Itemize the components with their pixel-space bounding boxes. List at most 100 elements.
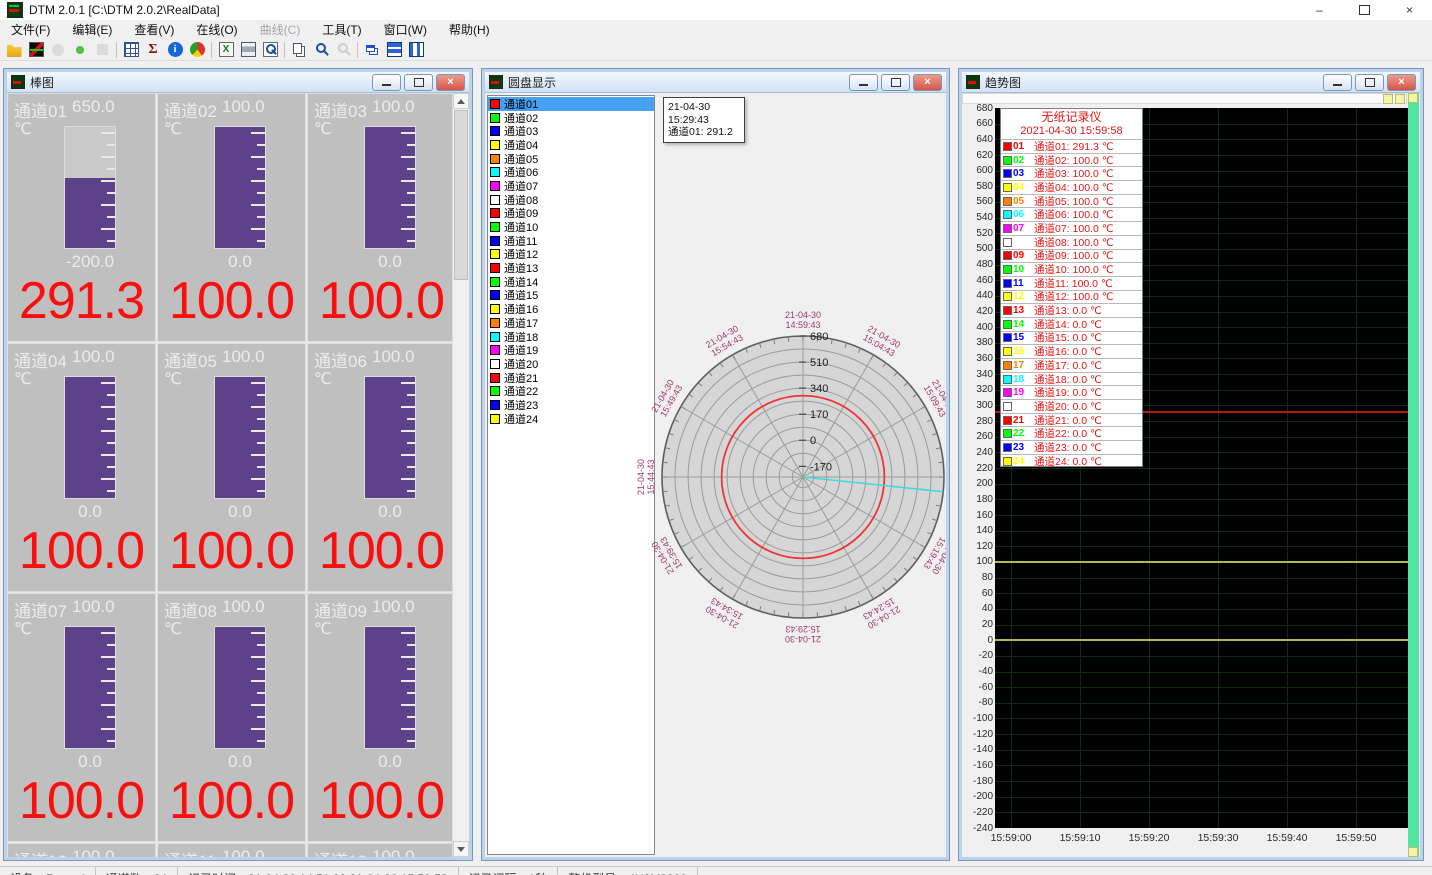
menu-item-7[interactable]: 窗口(W) [373, 19, 438, 40]
print-button[interactable] [237, 40, 259, 60]
gauge-tick [401, 228, 415, 230]
copy-button[interactable] [288, 40, 310, 60]
legend-channel-number: 09 [1013, 250, 1030, 261]
close-button[interactable]: × [436, 74, 465, 91]
record-button[interactable] [69, 40, 91, 60]
gridline-horizontal [995, 734, 1411, 735]
legend-row: 21通道21: 0.0 ℃ [1001, 413, 1142, 427]
zoom-in-button[interactable] [310, 40, 332, 60]
legend-channel-number: 20 [1013, 401, 1030, 412]
gauge-unit: ℃ [14, 369, 32, 389]
gauge-tick [251, 382, 265, 384]
data-table-button[interactable] [120, 40, 142, 60]
menu-item-6[interactable]: 工具(T) [311, 19, 372, 40]
channel-color-swatch [490, 263, 500, 273]
svg-text:680: 680 [810, 331, 828, 343]
export-excel-button[interactable]: X [215, 40, 237, 60]
bar-scrollbar[interactable] [452, 93, 469, 857]
maximize-icon [1359, 5, 1370, 15]
close-button[interactable]: × [1387, 0, 1432, 20]
data-table-icon [124, 42, 139, 57]
toolbar-separator [284, 42, 285, 58]
stop-button [91, 40, 113, 60]
trend-window-titlebar[interactable]: 趋势图 × [962, 72, 1420, 93]
legend-channel-number: 08 [1013, 237, 1030, 248]
zoom-in-icon [314, 42, 329, 57]
gauge-tick [251, 156, 265, 158]
y-axis-label: -120 [963, 729, 993, 740]
gauge-min-value: 0.0 [184, 752, 296, 772]
legend-row: 23通道23: 0.0 ℃ [1001, 440, 1142, 454]
gauge-max-value: 100.0 [72, 597, 115, 617]
tile-vertical-button[interactable] [405, 40, 427, 60]
disc-window-titlebar[interactable]: 圆盘显示 × [485, 72, 946, 93]
menu-item-3[interactable]: 查看(V) [123, 19, 185, 40]
trend-hscrollbar[interactable] [962, 93, 1407, 104]
open-file-icon [7, 42, 22, 57]
info-button[interactable]: i [164, 40, 186, 60]
svg-text:21-04-3014:59:43: 21-04-3014:59:43 [785, 310, 821, 330]
hscroll-button[interactable] [1383, 94, 1393, 104]
cascade-button[interactable] [361, 40, 383, 60]
legend-row: 10通道10: 100.0 ℃ [1001, 262, 1142, 276]
maximize-button[interactable] [881, 74, 910, 91]
bar-gauge-通道10: 通道10100.0℃0.0100.0 [7, 843, 156, 857]
close-button[interactable]: × [1387, 74, 1416, 91]
gauge-tick [407, 466, 415, 468]
open-file-button[interactable] [3, 40, 25, 60]
preview-button[interactable] [259, 40, 281, 60]
y-axis-label: 640 [963, 134, 993, 145]
gauge-current-value: 100.0 [8, 521, 155, 581]
gauge-tick [107, 466, 115, 468]
cascade-icon [366, 45, 375, 52]
gauge-track [64, 626, 116, 749]
maximize-button[interactable] [1342, 0, 1387, 20]
maximize-button[interactable] [1355, 74, 1384, 91]
gridline-horizontal [995, 687, 1411, 688]
gridline-horizontal [995, 578, 1411, 579]
trend-legend: 无纸记录仪 2021-04-30 15:59:58 01通道01: 291.3 … [1000, 108, 1143, 467]
gauge-tick [107, 442, 115, 444]
gauge-tick [107, 490, 115, 492]
menu-item-5[interactable]: 曲线(C) [249, 19, 312, 40]
gauge-track [364, 376, 416, 499]
legend-title: 无纸记录仪 [1001, 109, 1142, 125]
channel-color-swatch [490, 113, 500, 123]
minimize-button[interactable] [372, 74, 401, 91]
gauge-current-value: 100.0 [158, 771, 305, 831]
channel-color-swatch [490, 345, 500, 355]
legend-channel-number: 19 [1013, 387, 1030, 398]
legend-color-swatch [1003, 320, 1012, 329]
tile-horizontal-button[interactable] [383, 40, 405, 60]
menu-item-8[interactable]: 帮助(H) [438, 19, 501, 40]
sigma-button[interactable]: Σ [142, 40, 164, 60]
legend-row: 09通道09: 100.0 ℃ [1001, 249, 1142, 263]
pie-button[interactable] [186, 40, 208, 60]
legend-channel-number: 23 [1013, 442, 1030, 453]
minimize-button[interactable] [1323, 74, 1352, 91]
menu-item-2[interactable]: 编辑(E) [61, 19, 123, 40]
menu-item-1[interactable]: 文件(F) [0, 19, 61, 40]
minimize-button[interactable]: – [1297, 0, 1342, 20]
y-axis-label: -100 [963, 713, 993, 724]
vscroll-button[interactable] [1408, 93, 1418, 103]
y-axis-label: 260 [963, 431, 993, 442]
vscroll-button[interactable] [1408, 847, 1418, 857]
realtime-curve-button[interactable] [25, 40, 47, 60]
gauge-tick [101, 478, 115, 480]
scroll-up-button[interactable] [453, 93, 469, 109]
scroll-down-button[interactable] [453, 841, 469, 857]
scrollbar-thumb[interactable] [454, 110, 468, 280]
maximize-button[interactable] [404, 74, 433, 91]
gauge-tick [257, 192, 265, 194]
gauge-tick [407, 394, 415, 396]
bar-window-titlebar[interactable]: 棒图 × [7, 72, 469, 93]
svg-text:21-04-3015:29:43: 21-04-3015:29:43 [785, 624, 821, 644]
legend-row: 15通道15: 0.0 ℃ [1001, 331, 1142, 345]
hscroll-button[interactable] [1395, 94, 1405, 104]
trend-vscrollbar[interactable] [1408, 93, 1419, 857]
menu-item-4[interactable]: 在线(O) [185, 19, 248, 40]
close-button[interactable]: × [913, 74, 942, 91]
minimize-button[interactable] [849, 74, 878, 91]
channel-color-swatch [490, 290, 500, 300]
